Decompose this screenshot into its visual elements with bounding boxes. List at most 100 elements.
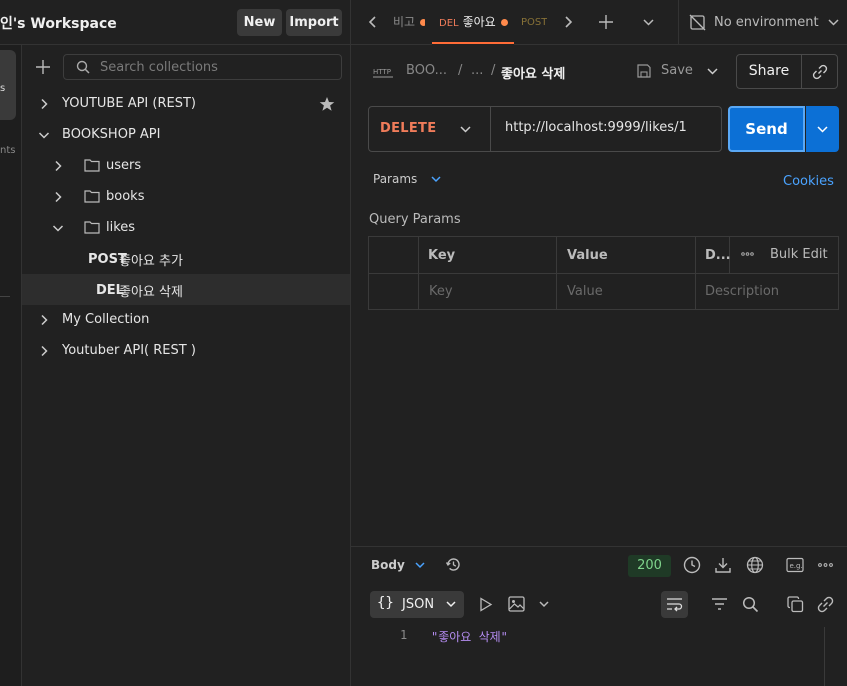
- url-input[interactable]: http://localhost:9999/likes/1: [505, 120, 687, 135]
- response-body-tab[interactable]: Body: [371, 558, 405, 572]
- folder-label: books: [106, 189, 145, 204]
- save-icon: [636, 63, 652, 79]
- new-button[interactable]: New: [237, 9, 282, 36]
- bulk-edit-button[interactable]: Bulk Edit: [770, 247, 828, 262]
- save-dropdown-chevron-down-icon[interactable]: [706, 65, 719, 78]
- download-icon[interactable]: [714, 556, 732, 574]
- play-icon[interactable]: [479, 597, 493, 612]
- divider: [0, 296, 10, 297]
- column-header-description: D...: [705, 248, 731, 263]
- new-tab-plus-icon[interactable]: [598, 14, 614, 30]
- share-button[interactable]: Share: [736, 54, 802, 89]
- tab-active[interactable]: DEL 좋아요: [432, 0, 514, 45]
- no-environment-icon: [689, 14, 706, 31]
- folder-books[interactable]: books: [22, 182, 350, 213]
- folder-label: likes: [106, 220, 136, 235]
- copy-link-button[interactable]: [801, 54, 838, 89]
- line-number: 1: [400, 628, 408, 642]
- tabs-scroll-right-icon[interactable]: [561, 15, 575, 29]
- search-box[interactable]: [63, 54, 342, 80]
- search-input[interactable]: [100, 55, 330, 79]
- description-input[interactable]: Description: [705, 284, 779, 299]
- breadcrumb-folder[interactable]: ...: [471, 63, 483, 78]
- collection-my-collection[interactable]: My Collection: [22, 305, 350, 336]
- body-chevron-down-icon[interactable]: [414, 559, 426, 571]
- rail-item-environments[interactable]: nts: [0, 145, 15, 156]
- chevron-right-icon[interactable]: [38, 345, 50, 357]
- tab-previous[interactable]: 비고: [393, 0, 425, 45]
- breadcrumb-separator: /: [458, 63, 463, 78]
- params-chevron-down-icon[interactable]: [430, 173, 442, 185]
- environment-chevron-down-icon[interactable]: [827, 16, 840, 29]
- folder-icon: [84, 220, 100, 234]
- save-button[interactable]: Save: [661, 63, 693, 78]
- tabs-dropdown-chevron-down-icon[interactable]: [642, 16, 655, 29]
- tabs-scroll-left-icon[interactable]: [366, 15, 380, 29]
- tab-previous-label: 비고: [393, 15, 416, 29]
- method-chevron-down-icon[interactable]: [459, 123, 472, 136]
- folder-users[interactable]: users: [22, 151, 350, 182]
- preview-chevron-down-icon[interactable]: [538, 598, 550, 610]
- more-options-icon[interactable]: [741, 251, 754, 257]
- active-tab-indicator: [432, 42, 514, 44]
- format-label: JSON: [402, 597, 435, 612]
- key-input[interactable]: Key: [429, 284, 453, 299]
- link-icon[interactable]: [817, 596, 834, 613]
- send-button[interactable]: Send: [728, 106, 805, 152]
- value-input[interactable]: Value: [567, 284, 603, 299]
- collection-youtube-api[interactable]: YOUTUBE API (REST): [22, 89, 350, 120]
- add-collection-plus-icon[interactable]: [35, 59, 51, 75]
- request-post-like[interactable]: POST 좋아요 추가: [22, 243, 350, 274]
- star-icon[interactable]: [319, 96, 335, 112]
- history-icon[interactable]: [445, 556, 462, 573]
- globe-icon[interactable]: [746, 556, 764, 574]
- divider: [350, 0, 351, 45]
- breadcrumb-collection[interactable]: BOO...: [406, 63, 447, 78]
- import-button[interactable]: Import: [286, 9, 342, 36]
- save-example-icon[interactable]: e.g.: [786, 557, 804, 573]
- collection-label: Youtuber API( REST ): [62, 343, 196, 358]
- chevron-right-icon[interactable]: [38, 314, 50, 326]
- collection-youtuber-api[interactable]: Youtuber API( REST ): [22, 336, 350, 367]
- chevron-down-icon[interactable]: [38, 129, 50, 141]
- chevron-down-icon[interactable]: [52, 222, 64, 234]
- format-chevron-down-icon: [445, 598, 457, 610]
- chevron-right-icon[interactable]: [38, 98, 50, 110]
- collection-bookshop-api[interactable]: BOOKSHOP API: [22, 120, 350, 151]
- scrollbar[interactable]: [824, 627, 825, 686]
- clock-icon[interactable]: [683, 556, 701, 574]
- filter-icon[interactable]: [711, 597, 728, 611]
- unsaved-dot-icon: [420, 19, 425, 26]
- svg-text:e.g.: e.g.: [790, 562, 803, 570]
- json-braces-icon: {}: [377, 595, 394, 611]
- breadcrumb-separator: /: [491, 63, 496, 78]
- wrap-lines-button[interactable]: [661, 591, 688, 618]
- request-title[interactable]: 좋아요 삭제: [501, 63, 565, 82]
- table-divider: [369, 273, 838, 274]
- divider: [490, 107, 491, 151]
- send-dropdown-button[interactable]: [806, 106, 839, 152]
- status-code-badge: 200: [628, 555, 671, 577]
- folder-label: users: [106, 158, 142, 173]
- tab-params[interactable]: Params: [373, 172, 417, 186]
- workspace-title[interactable]: 인's Workspace: [0, 13, 117, 33]
- tab-next[interactable]: POST: [521, 0, 547, 45]
- copy-icon[interactable]: [787, 596, 804, 613]
- response-body-content[interactable]: "좋아요 삭제": [431, 628, 508, 645]
- table-divider: [695, 237, 696, 309]
- method-selector[interactable]: DELETE: [380, 121, 436, 136]
- folder-likes[interactable]: likes: [22, 213, 350, 244]
- collection-label: BOOKSHOP API: [62, 127, 161, 142]
- chevron-right-icon[interactable]: [52, 160, 64, 172]
- more-options-icon[interactable]: [818, 562, 833, 568]
- request-label: 좋아요 삭제: [119, 285, 183, 300]
- rail-item-label: s: [0, 83, 6, 94]
- environment-label: No environment: [714, 15, 819, 30]
- folder-icon: [84, 189, 100, 203]
- request-del-like[interactable]: DEL 좋아요 삭제: [22, 274, 350, 305]
- cookies-link[interactable]: Cookies: [783, 174, 834, 189]
- image-preview-icon[interactable]: [508, 596, 525, 612]
- search-icon[interactable]: [742, 596, 759, 613]
- tab-name: 좋아요: [462, 15, 496, 29]
- chevron-right-icon[interactable]: [52, 191, 64, 203]
